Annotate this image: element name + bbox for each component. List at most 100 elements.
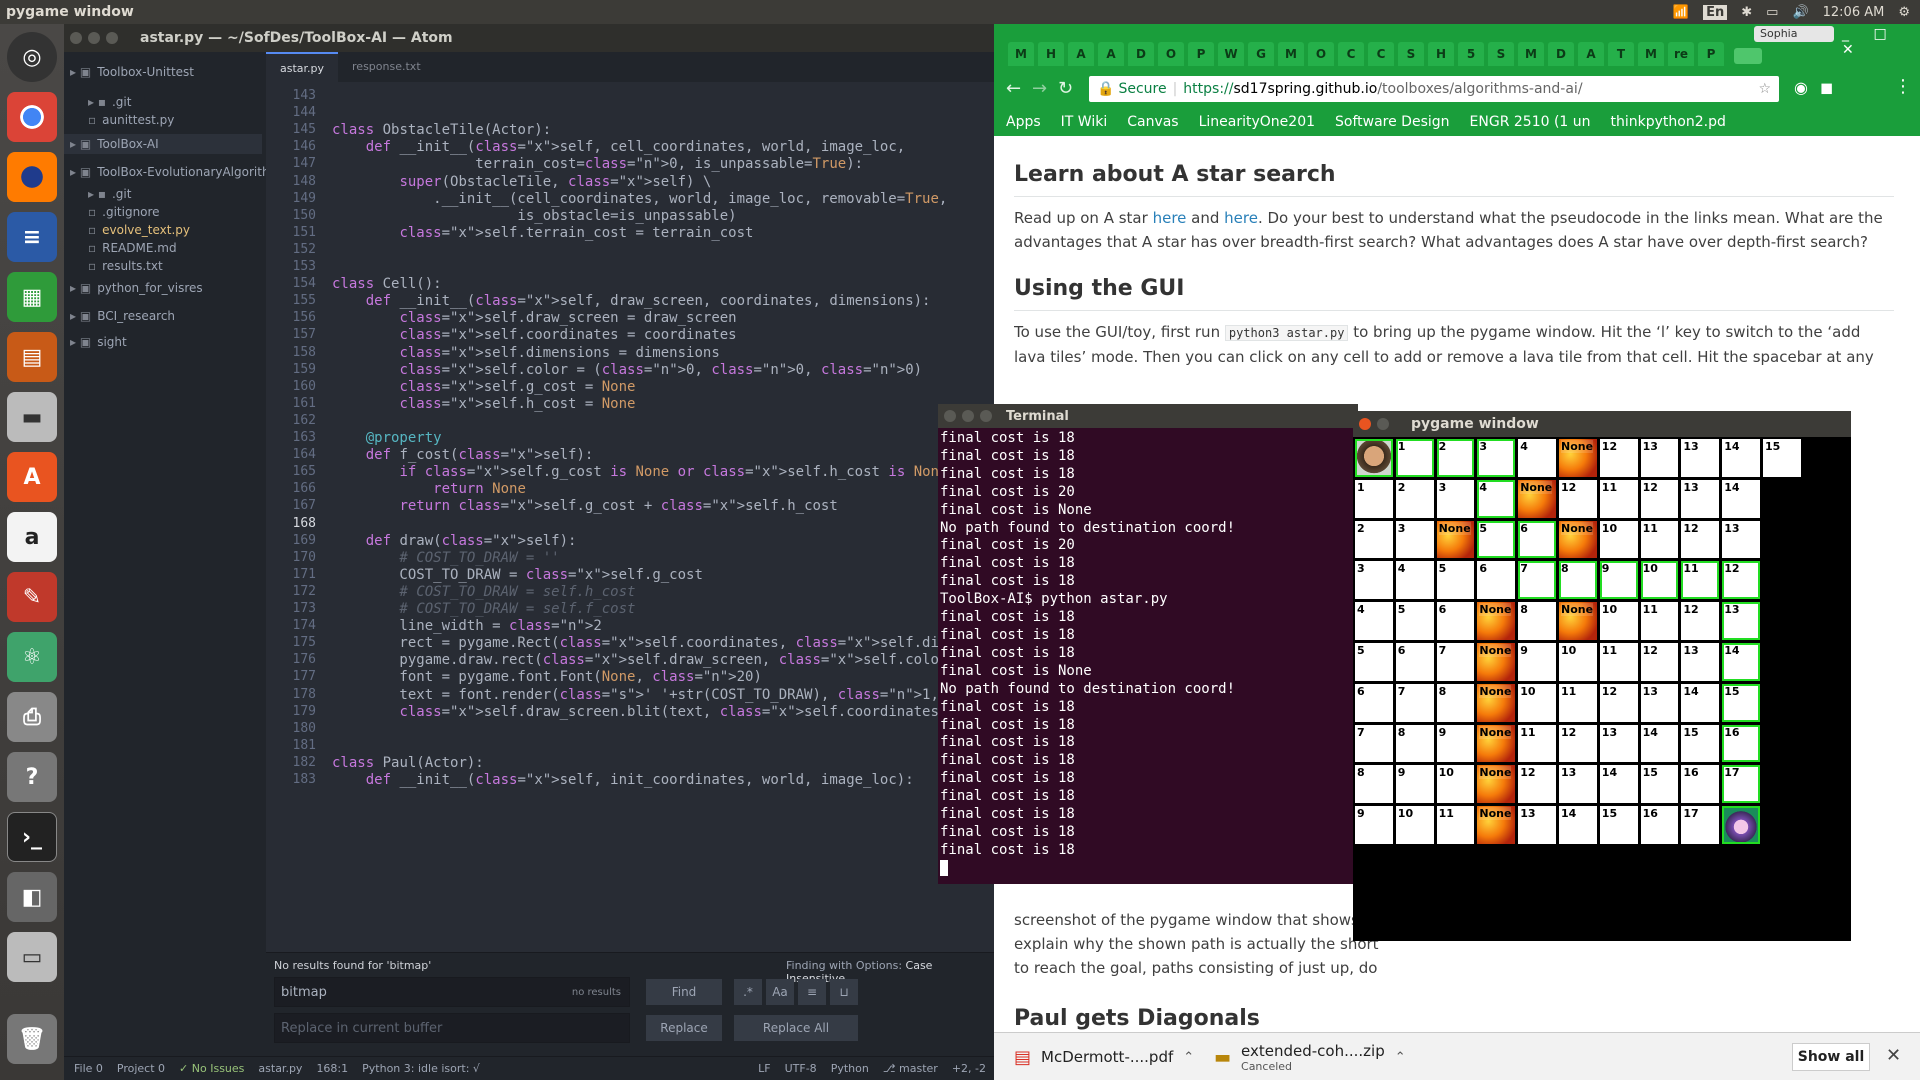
grid-cell[interactable]: 4 bbox=[1477, 479, 1516, 518]
goal-cake-icon[interactable] bbox=[1722, 806, 1760, 844]
browser-tab[interactable]: 5 bbox=[1458, 42, 1484, 66]
paul-avatar[interactable] bbox=[1355, 439, 1393, 477]
grid-cell[interactable]: 16 bbox=[1681, 765, 1720, 804]
bookmark-star-icon[interactable]: ☆ bbox=[1758, 81, 1771, 97]
browser-tab[interactable]: A bbox=[1578, 42, 1604, 66]
grid-cell[interactable]: 6 bbox=[1395, 643, 1434, 681]
grid-cell[interactable]: 6 bbox=[1477, 561, 1516, 600]
grid-cell[interactable]: 11 bbox=[1640, 520, 1679, 559]
grid-cell[interactable]: 11 bbox=[1599, 643, 1638, 681]
replace-all-button[interactable]: Replace All bbox=[734, 1015, 858, 1041]
tree-item[interactable]: ▸ ▣ Toolbox-Unittest bbox=[64, 62, 194, 82]
grid-cell[interactable]: 12 bbox=[1681, 520, 1720, 559]
grid-cell[interactable]: 13 bbox=[1722, 602, 1760, 640]
selection-toggle[interactable]: ≡ bbox=[798, 979, 826, 1005]
tree-item[interactable]: ▸ ▣ ToolBox-EvolutionaryAlgorith bbox=[64, 162, 270, 182]
regex-toggle[interactable]: .* bbox=[734, 979, 762, 1005]
chevron-up-icon[interactable]: ⌃ bbox=[1395, 1050, 1406, 1065]
grid-cell[interactable]: 7 bbox=[1395, 683, 1434, 722]
grid-cell[interactable]: 5 bbox=[1477, 520, 1516, 559]
browser-tab[interactable]: M bbox=[1008, 42, 1034, 66]
grid-cell[interactable]: 10 bbox=[1436, 765, 1475, 804]
menu-icon[interactable]: ⋮ bbox=[1894, 76, 1912, 97]
system-settings-icon[interactable]: ✎ bbox=[7, 572, 57, 622]
grid-cell[interactable]: 14 bbox=[1599, 765, 1638, 804]
settings-gear-icon[interactable]: ⚙ bbox=[1898, 5, 1910, 20]
grid-cell[interactable]: 10 bbox=[1395, 806, 1434, 844]
bookmark-item[interactable]: ENGR 2510 (1 un bbox=[1470, 114, 1591, 130]
grid-cell[interactable]: 13 bbox=[1640, 439, 1679, 477]
browser-tab[interactable]: T bbox=[1608, 42, 1634, 66]
address-bar[interactable]: 🔒 Secure | https://sd17spring.github.io /… bbox=[1089, 76, 1779, 102]
tree-item[interactable]: ▸ ▪ .git bbox=[64, 92, 131, 112]
grid-cell[interactable]: 14 bbox=[1681, 683, 1720, 722]
minimize-button[interactable] bbox=[1377, 418, 1389, 430]
status-encoding[interactable]: UTF-8 bbox=[785, 1062, 817, 1075]
back-icon[interactable]: ← bbox=[1006, 78, 1021, 99]
browser-tab[interactable]: H bbox=[1038, 42, 1064, 66]
code-area[interactable]: 143 144 145 class ObstacleTile(Actor): 146 d… bbox=[266, 82, 1310, 952]
bookmark-item[interactable]: Canvas bbox=[1127, 114, 1178, 130]
bookmark-item[interactable]: LinearityOne201 bbox=[1199, 114, 1315, 130]
grid-cell[interactable]: 9 bbox=[1355, 806, 1393, 844]
grid-cell[interactable]: 12 bbox=[1599, 683, 1638, 722]
tree-item[interactable]: ▫ aunittest.py bbox=[64, 110, 174, 130]
status-issues[interactable]: ✓ No Issues bbox=[179, 1062, 244, 1075]
files-icon[interactable]: ▬ bbox=[7, 392, 57, 442]
workspace-switcher-icon[interactable]: ◧ bbox=[7, 872, 57, 922]
lava-tile[interactable]: None bbox=[1518, 479, 1556, 518]
browser-tab[interactable]: A bbox=[1068, 42, 1094, 66]
bookmark-item[interactable]: thinkpython2.pd bbox=[1611, 114, 1726, 130]
grid-cell[interactable]: 15 bbox=[1640, 765, 1679, 804]
grid-cell[interactable]: 7 bbox=[1355, 724, 1393, 763]
bluetooth-icon[interactable]: ✱ bbox=[1741, 5, 1752, 20]
browser-tab[interactable]: G bbox=[1248, 42, 1274, 66]
status-grammar[interactable]: Python bbox=[831, 1062, 869, 1075]
grid-cell[interactable]: 12 bbox=[1640, 479, 1679, 518]
keyboard-layout-indicator[interactable]: En bbox=[1703, 4, 1728, 20]
tab-response[interactable]: response.txt bbox=[338, 52, 435, 82]
impress-icon[interactable]: ▤ bbox=[7, 332, 57, 382]
browser-tab[interactable]: H bbox=[1428, 42, 1454, 66]
bookmark-item[interactable]: IT Wiki bbox=[1061, 114, 1108, 130]
status-branch[interactable]: ⎇ master bbox=[883, 1062, 938, 1075]
link-here-1[interactable]: here bbox=[1153, 209, 1187, 227]
grid-cell[interactable]: 8 bbox=[1355, 765, 1393, 804]
lava-tile[interactable]: None bbox=[1477, 643, 1516, 681]
close-button[interactable] bbox=[70, 32, 82, 44]
bookmark-item[interactable]: Apps bbox=[1006, 114, 1041, 130]
grid-cell[interactable]: 11 bbox=[1436, 806, 1475, 844]
minimize-button[interactable] bbox=[88, 32, 100, 44]
grid-cell[interactable]: 3 bbox=[1355, 561, 1393, 600]
grid-cell[interactable]: 13 bbox=[1518, 806, 1556, 844]
tab-astar[interactable]: astar.py bbox=[266, 52, 339, 82]
case-toggle[interactable]: Aa bbox=[766, 979, 794, 1005]
lava-tile[interactable]: None bbox=[1559, 602, 1597, 640]
link-here-2[interactable]: here bbox=[1224, 209, 1258, 227]
show-all-button[interactable]: Show all bbox=[1792, 1043, 1870, 1071]
tree-item[interactable]: ▫ evolve_text.py bbox=[64, 220, 190, 240]
maximize-button[interactable] bbox=[980, 410, 992, 422]
grid-cell[interactable]: 13 bbox=[1681, 643, 1720, 681]
status-project[interactable]: Project 0 bbox=[117, 1062, 165, 1075]
status-interpreter[interactable]: Python 3: idle isort: √ bbox=[362, 1062, 480, 1075]
browser-tab[interactable]: O bbox=[1158, 42, 1184, 66]
browser-tab[interactable]: M bbox=[1278, 42, 1304, 66]
tree-item[interactable]: ▫ .gitignore bbox=[64, 202, 160, 222]
grid-cell[interactable]: 8 bbox=[1395, 724, 1434, 763]
lava-tile[interactable]: None bbox=[1477, 602, 1516, 640]
grid-cell[interactable]: 16 bbox=[1722, 724, 1760, 763]
status-cursor[interactable]: 168:1 bbox=[316, 1062, 348, 1075]
download-item-zip[interactable]: ▬ extended-coh....zip Canceled ⌃ bbox=[1214, 1037, 1414, 1077]
status-file[interactable]: File 0 bbox=[74, 1062, 103, 1075]
maximize-button[interactable] bbox=[106, 32, 118, 44]
grid-cell[interactable]: 15 bbox=[1681, 724, 1720, 763]
new-tab-button[interactable] bbox=[1734, 48, 1762, 64]
browser-tab[interactable]: S bbox=[1488, 42, 1514, 66]
grid-cell[interactable]: 3 bbox=[1395, 520, 1434, 559]
reload-icon[interactable]: ↻ bbox=[1058, 78, 1073, 99]
grid-cell[interactable]: 9 bbox=[1518, 643, 1556, 681]
browser-tab[interactable]: P bbox=[1698, 42, 1724, 66]
grid-cell[interactable]: 8 bbox=[1518, 602, 1556, 640]
grid-cell[interactable]: 4 bbox=[1395, 561, 1434, 600]
